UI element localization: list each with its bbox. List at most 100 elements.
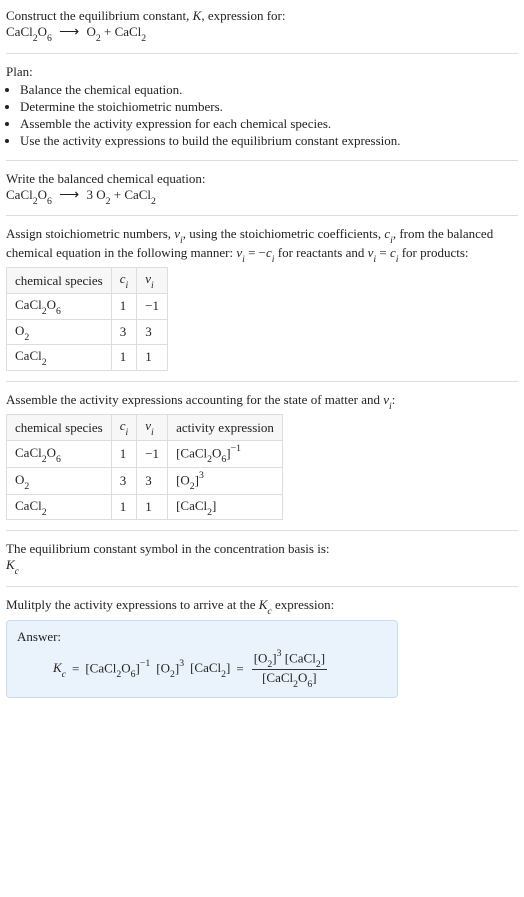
eq-lhs: CaCl bbox=[6, 24, 33, 39]
th-ci-sub: i bbox=[126, 427, 129, 438]
th-vi-sub: i bbox=[151, 427, 154, 438]
td-ci: 3 bbox=[111, 467, 137, 494]
symbol-text: The equilibrium constant symbol in the c… bbox=[6, 541, 518, 557]
eq-lhs-sub2: 6 bbox=[47, 33, 52, 44]
sp-s1: 2 bbox=[42, 357, 47, 368]
frac-denominator: [CaCl2O6] bbox=[260, 670, 319, 689]
ae-c: ] bbox=[226, 445, 230, 460]
assign-section: Assign stoichiometric numbers, νi , using… bbox=[6, 222, 518, 375]
t1-b: O bbox=[121, 660, 130, 675]
assemble-section: Assemble the activity expressions accoun… bbox=[6, 388, 518, 525]
a-text-e: for products: bbox=[398, 245, 468, 260]
sp-s2: 6 bbox=[56, 454, 61, 465]
td-species: CaCl2 bbox=[7, 345, 112, 371]
sp-s2: 6 bbox=[56, 306, 61, 317]
td-species: CaCl2 bbox=[7, 494, 112, 520]
ae-a: [CaCl bbox=[176, 498, 207, 513]
den-b: O bbox=[298, 670, 307, 685]
a-eq2-lhs-sub: i bbox=[373, 254, 376, 265]
ans-eq: = bbox=[72, 661, 79, 677]
table-row: CaCl2O6 1 −1 [CaCl2O6]−1 bbox=[7, 440, 283, 467]
ae-s1: 2 bbox=[207, 454, 212, 465]
a-eq2-eq: = bbox=[376, 245, 390, 260]
as-text-a: Assemble the activity expressions accoun… bbox=[6, 392, 383, 407]
eq-rhs-a-sub: 2 bbox=[96, 33, 101, 44]
plan-item: Use the activity expressions to build th… bbox=[20, 133, 518, 149]
b-lhs: CaCl bbox=[6, 187, 33, 202]
activity-table: chemical species ci νi activity expressi… bbox=[6, 414, 283, 520]
th-ci: ci bbox=[111, 268, 137, 294]
table-row: O2 3 3 [O2]3 bbox=[7, 467, 283, 494]
answer-equation: Kc = [CaCl2O6]−1 [O2]3 [CaCl2] = [O2]3 [… bbox=[53, 649, 387, 690]
t1-s1: 2 bbox=[116, 669, 121, 680]
a-text-a: Assign stoichiometric numbers, bbox=[6, 226, 174, 241]
plan-item: Assemble the activity expression for eac… bbox=[20, 116, 518, 132]
b-plus: + bbox=[110, 187, 124, 202]
t2-exp: 3 bbox=[179, 658, 184, 669]
multiply-section: Mulitply the activity expressions to arr… bbox=[6, 593, 518, 702]
m-K-sub: c bbox=[267, 606, 271, 617]
table-row: CaCl2O6 1 −1 bbox=[7, 293, 168, 319]
ae-a: [CaCl bbox=[176, 445, 207, 460]
sp-s1: 2 bbox=[42, 306, 47, 317]
td-vi: −1 bbox=[137, 293, 168, 319]
a-text-b: , using the stoichiometric coefficients, bbox=[183, 226, 385, 241]
th-ci-c: c bbox=[120, 271, 126, 286]
stoich-table: chemical species ci νi CaCl2O6 1 −1 O2 3… bbox=[6, 267, 168, 370]
symbol-section: The equilibrium constant symbol in the c… bbox=[6, 537, 518, 580]
num-c: ] bbox=[272, 650, 276, 665]
sp-s1: 2 bbox=[42, 454, 47, 465]
plan-item: Balance the chemical equation. bbox=[20, 82, 518, 98]
th-vi: νi bbox=[137, 268, 168, 294]
td-vi: 3 bbox=[137, 319, 168, 345]
sp-a: CaCl bbox=[15, 445, 42, 460]
td-ci: 1 bbox=[111, 494, 137, 520]
table-row: CaCl2 1 1 [CaCl2] bbox=[7, 494, 283, 520]
divider bbox=[6, 215, 518, 216]
sp-b: O bbox=[47, 297, 56, 312]
intro-text1: Construct the equilibrium constant, bbox=[6, 8, 193, 23]
ans-term3: [CaCl2] bbox=[190, 660, 230, 679]
divider bbox=[6, 160, 518, 161]
m-text-b: expression: bbox=[272, 597, 334, 612]
intro-line: Construct the equilibrium constant, K, e… bbox=[6, 8, 518, 24]
num-a: [O bbox=[254, 650, 268, 665]
td-ci: 3 bbox=[111, 319, 137, 345]
sp-s1: 2 bbox=[24, 481, 29, 492]
plan-section: Plan: Balance the chemical equation. Det… bbox=[6, 60, 518, 154]
ae-b: O bbox=[212, 445, 221, 460]
divider bbox=[6, 381, 518, 382]
td-species: O2 bbox=[7, 319, 112, 345]
t3-c: ] bbox=[226, 660, 230, 675]
b-lhs-mid: O bbox=[38, 187, 47, 202]
ae-a: [O bbox=[176, 472, 190, 487]
b-lhs-s1: 2 bbox=[33, 196, 38, 207]
t1-a: [CaCl bbox=[85, 660, 116, 675]
a-eq1-lhs-sub: i bbox=[242, 254, 245, 265]
answer-label: Answer: bbox=[17, 629, 387, 645]
td-species: O2 bbox=[7, 467, 112, 494]
num-bs1: 2 bbox=[316, 659, 321, 670]
eq-rhs-b-sub: 2 bbox=[141, 33, 146, 44]
sp-a: O bbox=[15, 472, 24, 487]
eq-rhs-a: O bbox=[86, 24, 95, 39]
den-s1: 2 bbox=[293, 679, 298, 690]
a-text-d: for reactants and bbox=[275, 245, 368, 260]
eq-lhs-mid: O bbox=[38, 24, 47, 39]
eq-lhs-sub1: 2 bbox=[33, 33, 38, 44]
ae-c: ] bbox=[212, 498, 216, 513]
td-activity: [CaCl2O6]−1 bbox=[168, 440, 283, 467]
b-r1-sub: 2 bbox=[106, 196, 111, 207]
td-vi: 1 bbox=[137, 494, 168, 520]
num-b: [CaCl bbox=[285, 650, 316, 665]
a-eq2-rhs: c bbox=[390, 245, 396, 260]
eq-rhs-b: CaCl bbox=[115, 24, 142, 39]
multiply-text: Mulitply the activity expressions to arr… bbox=[6, 597, 518, 616]
th-species: chemical species bbox=[7, 415, 112, 441]
b-lhs-s2: 6 bbox=[47, 196, 52, 207]
plan-heading: Plan: bbox=[6, 64, 518, 80]
td-ci: 1 bbox=[111, 345, 137, 371]
m-text-a: Mulitply the activity expressions to arr… bbox=[6, 597, 259, 612]
num-bc: ] bbox=[321, 650, 325, 665]
td-species: CaCl2O6 bbox=[7, 293, 112, 319]
